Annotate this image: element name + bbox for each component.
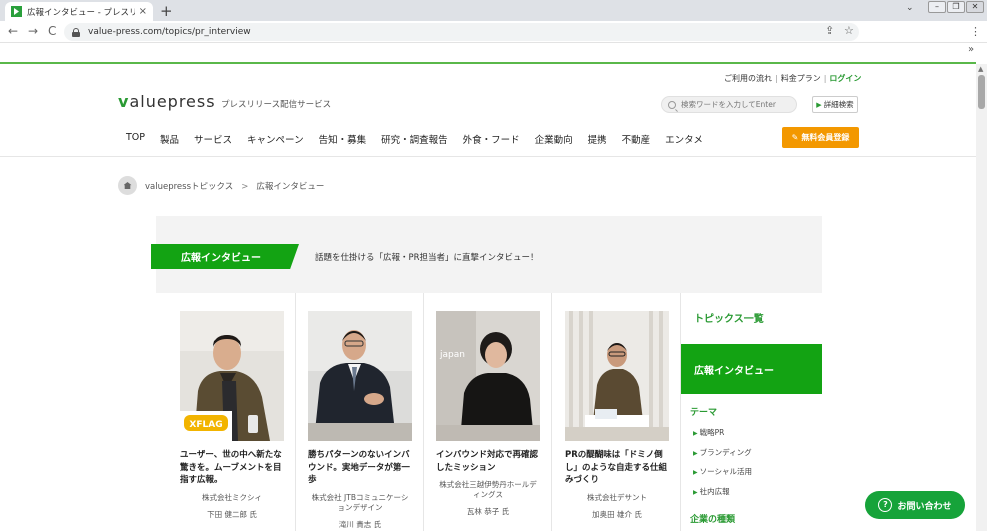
pencil-icon: ✎ <box>791 133 799 142</box>
card-divider <box>295 293 296 531</box>
tab-title: 広報インタビュー - プレスリリース配信 <box>27 7 135 18</box>
site-tagline: プレスリリース配信サービス <box>221 100 332 110</box>
sidebar-item-internal-pr[interactable]: ▶ 社内広報 <box>693 486 730 497</box>
interview-card[interactable]: 勝ちパターンのないインバウンド。実地データが第一歩 株式会社 JTBコミュニケー… <box>308 311 412 530</box>
advanced-search-button[interactable]: ▶ 詳細検索 <box>812 96 858 113</box>
minimize-button[interactable]: – <box>928 1 946 13</box>
arrow-right-icon: ▶ <box>816 100 822 109</box>
card-title[interactable]: インバウンド対応で再確認したミッション <box>436 449 540 474</box>
valuepress-logo[interactable]: valuepress <box>118 92 216 111</box>
section-description: 話題を仕掛ける「広報・PR担当者」に直撃インタビュー！ <box>315 253 539 263</box>
tab-search-chevron-down-icon[interactable]: ⌄ <box>906 3 914 13</box>
login-link[interactable]: ログイン <box>829 74 861 83</box>
free-registration-button[interactable]: ✎ 無料会員登録 <box>782 127 859 148</box>
browser-tab[interactable]: 広報インタビュー - プレスリリース配信 × <box>5 2 153 21</box>
nav-top[interactable]: TOP <box>126 132 145 146</box>
nav-corporate[interactable]: 企業動向 <box>535 132 573 146</box>
arrow-right-icon: ▶ <box>693 430 698 437</box>
arrow-right-icon: ▶ <box>693 450 698 457</box>
url-text[interactable]: value-press.com/topics/pr_interview <box>88 27 251 37</box>
nav-entertainment[interactable]: エンタメ <box>665 132 703 146</box>
sidebar-item-pr-interview[interactable]: 広報インタビュー <box>681 344 822 394</box>
nav-research[interactable]: 研究・調査報告 <box>381 132 448 146</box>
section-title: 広報インタビュー <box>151 244 299 269</box>
card-title[interactable]: ユーザー、世の中へ新たな驚きを。ムーブメントを目指す広報。 <box>180 449 284 487</box>
breadcrumb-topics-link[interactable]: valuepressトピックス <box>145 182 233 192</box>
address-bar: ← → C value-press.com/topics/pr_intervie… <box>0 21 987 43</box>
interview-card[interactable]: PRの醍醐味は「ドミノ倒し」のような自走する仕組みづくり 株式会社デサント 加奥… <box>565 311 669 520</box>
nav-partnerships[interactable]: 提携 <box>588 132 607 146</box>
header-accent-line <box>0 62 976 64</box>
theme-heading: テーマ <box>690 408 718 418</box>
window-controls: – ❐ ✕ <box>928 1 984 13</box>
nav-products[interactable]: 製品 <box>160 132 179 146</box>
card-divider <box>551 293 552 531</box>
breadcrumb-home-button[interactable] <box>118 176 137 195</box>
japan-poster-text: japan <box>439 350 465 360</box>
nav-announcements[interactable]: 告知・募集 <box>319 132 367 146</box>
card-person: 下田 健二郎 氏 <box>207 509 257 519</box>
arrow-right-icon: ▶ <box>693 489 698 496</box>
forward-arrow-icon[interactable]: → <box>28 24 38 38</box>
contact-button[interactable]: ? お問い合わせ <box>865 491 965 519</box>
card-person: 瓦林 恭子 氏 <box>466 507 510 516</box>
breadcrumb: valuepressトピックス > 広報インタビュー <box>145 182 325 192</box>
maximize-button[interactable]: ❐ <box>947 1 965 13</box>
valuepress-favicon-icon <box>11 6 22 17</box>
company-type-heading: 企業の種類 <box>690 515 736 525</box>
interview-card[interactable]: XFLAG ユーザー、世の中へ新たな驚きを。ムーブメントを目指す広報。 株式会社… <box>180 311 284 520</box>
pricing-link[interactable]: 料金プラン <box>781 74 821 83</box>
page-scrollbar[interactable]: ▲ <box>976 64 987 531</box>
lock-icon[interactable] <box>72 27 80 37</box>
nav-food[interactable]: 外食・フード <box>463 132 520 146</box>
card-company: 株式会社ミクシィ <box>202 492 262 502</box>
nav-campaigns[interactable]: キャンペーン <box>247 132 304 146</box>
question-icon: ? <box>878 498 893 512</box>
topics-list-link[interactable]: トピックス一覧 <box>694 310 764 325</box>
reload-icon[interactable]: C <box>48 24 56 38</box>
interview-photo[interactable]: japan <box>436 311 540 441</box>
extensions-chevron-icon[interactable]: » <box>968 44 974 55</box>
card-divider <box>680 293 681 531</box>
card-title[interactable]: PRの醍醐味は「ドミノ倒し」のような自走する仕組みづくり <box>565 449 669 487</box>
sidebar-item-social[interactable]: ▶ ソーシャル活用 <box>693 466 752 477</box>
share-icon[interactable]: ⇪ <box>825 24 834 37</box>
browser-tab-bar: 広報インタビュー - プレスリリース配信 × + ⌄ – ❐ ✕ <box>0 0 987 21</box>
nav-services[interactable]: サービス <box>194 132 232 146</box>
card-title[interactable]: 勝ちパターンのないインバウンド。実地データが第一歩 <box>308 449 412 487</box>
breadcrumb-current: 広報インタビュー <box>256 182 325 192</box>
card-company: 株式会社デサント <box>587 492 647 502</box>
main-nav: TOP 製品 サービス キャンペーン 告知・募集 研究・調査報告 外食・フード … <box>126 132 718 146</box>
scroll-up-arrow-icon[interactable]: ▲ <box>978 65 983 73</box>
bookmark-star-icon[interactable]: ☆ <box>844 24 854 37</box>
new-tab-button[interactable]: + <box>160 2 173 20</box>
interview-photo[interactable] <box>565 311 669 441</box>
url-field[interactable]: value-press.com/topics/pr_interview <box>64 23 859 41</box>
search-input[interactable] <box>681 100 791 109</box>
header-divider <box>0 156 976 157</box>
search-icon <box>668 100 676 109</box>
interview-photo[interactable] <box>308 311 412 441</box>
back-arrow-icon[interactable]: ← <box>8 24 18 38</box>
card-person: 滝川 貴志 氏 <box>338 519 382 529</box>
card-divider <box>423 293 424 531</box>
nav-real-estate[interactable]: 不動産 <box>622 132 651 146</box>
usage-flow-link[interactable]: ご利用の流れ <box>724 74 772 83</box>
sidebar-item-branding[interactable]: ▶ ブランディング <box>693 447 752 458</box>
card-company: 株式会社三越伊勢丹ホールディングス <box>439 480 537 499</box>
arrow-right-icon: ▶ <box>693 469 698 476</box>
xflag-logo-text: XFLAG <box>189 420 222 430</box>
interview-card[interactable]: japan インバウンド対応で再確認したミッション 株式会社三越伊勢丹ホールディ… <box>436 311 540 517</box>
browser-menu-icon[interactable]: ⋮ <box>970 25 981 38</box>
card-person: 加奥田 雄介 氏 <box>592 509 642 519</box>
utility-links: ご利用の流れ | 料金プラン | ログイン <box>724 74 862 83</box>
tab-close-icon[interactable]: × <box>139 6 147 17</box>
sidebar-item-strategic-pr[interactable]: ▶ 戦略PR <box>693 427 724 438</box>
card-company: 株式会社 JTBコミュニケーションデザイン <box>311 492 409 512</box>
interview-photo[interactable]: XFLAG <box>180 311 284 441</box>
close-window-button[interactable]: ✕ <box>966 1 984 13</box>
home-icon <box>123 182 132 189</box>
search-box[interactable] <box>661 96 797 113</box>
scrollbar-thumb[interactable] <box>978 75 985 109</box>
